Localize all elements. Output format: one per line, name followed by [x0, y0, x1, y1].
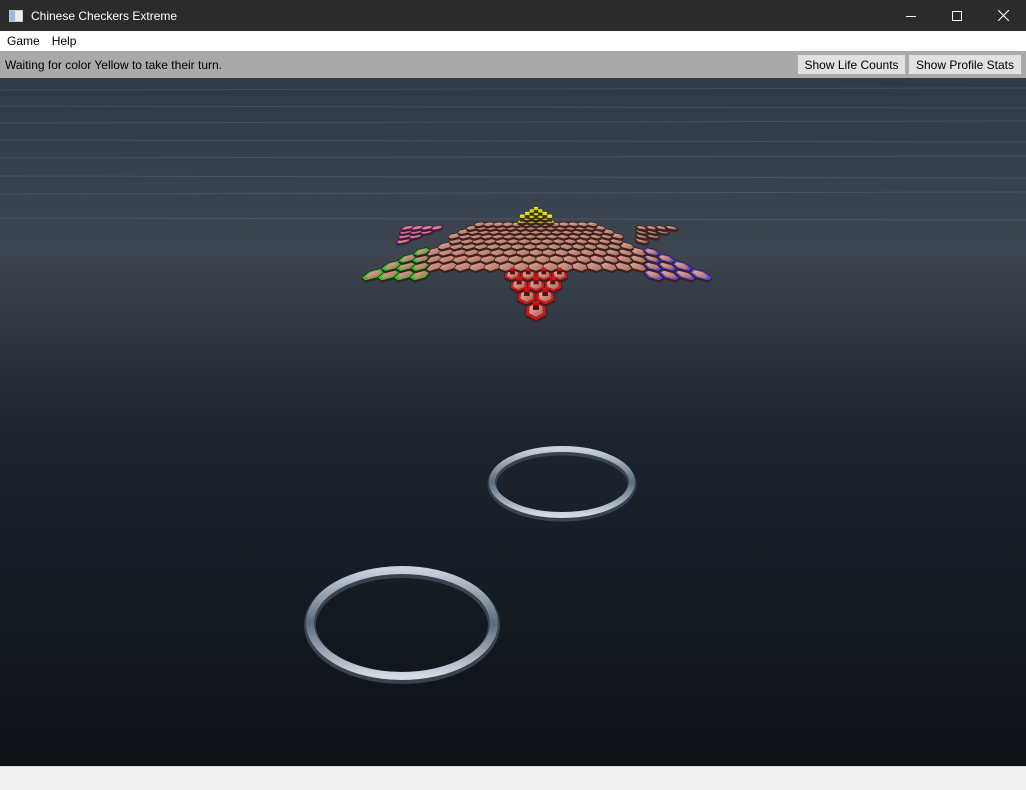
game-piece[interactable]	[524, 288, 530, 296]
bottom-status-strip	[0, 766, 1026, 790]
app-icon	[9, 9, 23, 22]
game-piece[interactable]	[519, 214, 525, 222]
close-icon	[997, 10, 1009, 21]
game-piece[interactable]	[547, 214, 553, 222]
game-piece[interactable]	[537, 209, 543, 216]
game-piece[interactable]	[510, 267, 515, 275]
game-piece[interactable]	[532, 301, 540, 310]
menu-game[interactable]: Game	[0, 34, 45, 48]
game-piece[interactable]	[541, 267, 547, 275]
title-bar: Chinese Checkers Extreme	[0, 0, 1026, 31]
minimize-button[interactable]	[888, 0, 934, 31]
game-piece[interactable]	[524, 211, 530, 219]
game-piece[interactable]	[533, 207, 539, 214]
show-life-counts-button[interactable]: Show Life Counts	[797, 54, 906, 75]
maximize-button[interactable]	[934, 0, 980, 31]
game-piece[interactable]	[542, 288, 548, 296]
game-piece[interactable]	[525, 267, 531, 275]
menu-bar: Game Help	[0, 31, 1026, 51]
game-piece[interactable]	[533, 276, 539, 285]
game-board-scene[interactable]	[0, 78, 1026, 766]
game-piece[interactable]	[557, 267, 562, 275]
game-piece[interactable]	[550, 276, 556, 285]
game-viewport[interactable]	[0, 78, 1026, 766]
close-button[interactable]	[980, 0, 1026, 31]
turn-status-text: Waiting for color Yellow to take their t…	[5, 57, 222, 72]
menu-help[interactable]: Help	[45, 34, 82, 48]
game-piece[interactable]	[542, 211, 548, 219]
show-profile-stats-button[interactable]: Show Profile Stats	[908, 54, 1022, 75]
game-piece[interactable]	[516, 276, 522, 285]
maximize-icon	[952, 10, 962, 21]
minimize-icon	[906, 15, 916, 17]
window-title: Chinese Checkers Extreme	[31, 8, 178, 23]
water-background	[0, 78, 1026, 766]
game-piece[interactable]	[529, 209, 535, 216]
